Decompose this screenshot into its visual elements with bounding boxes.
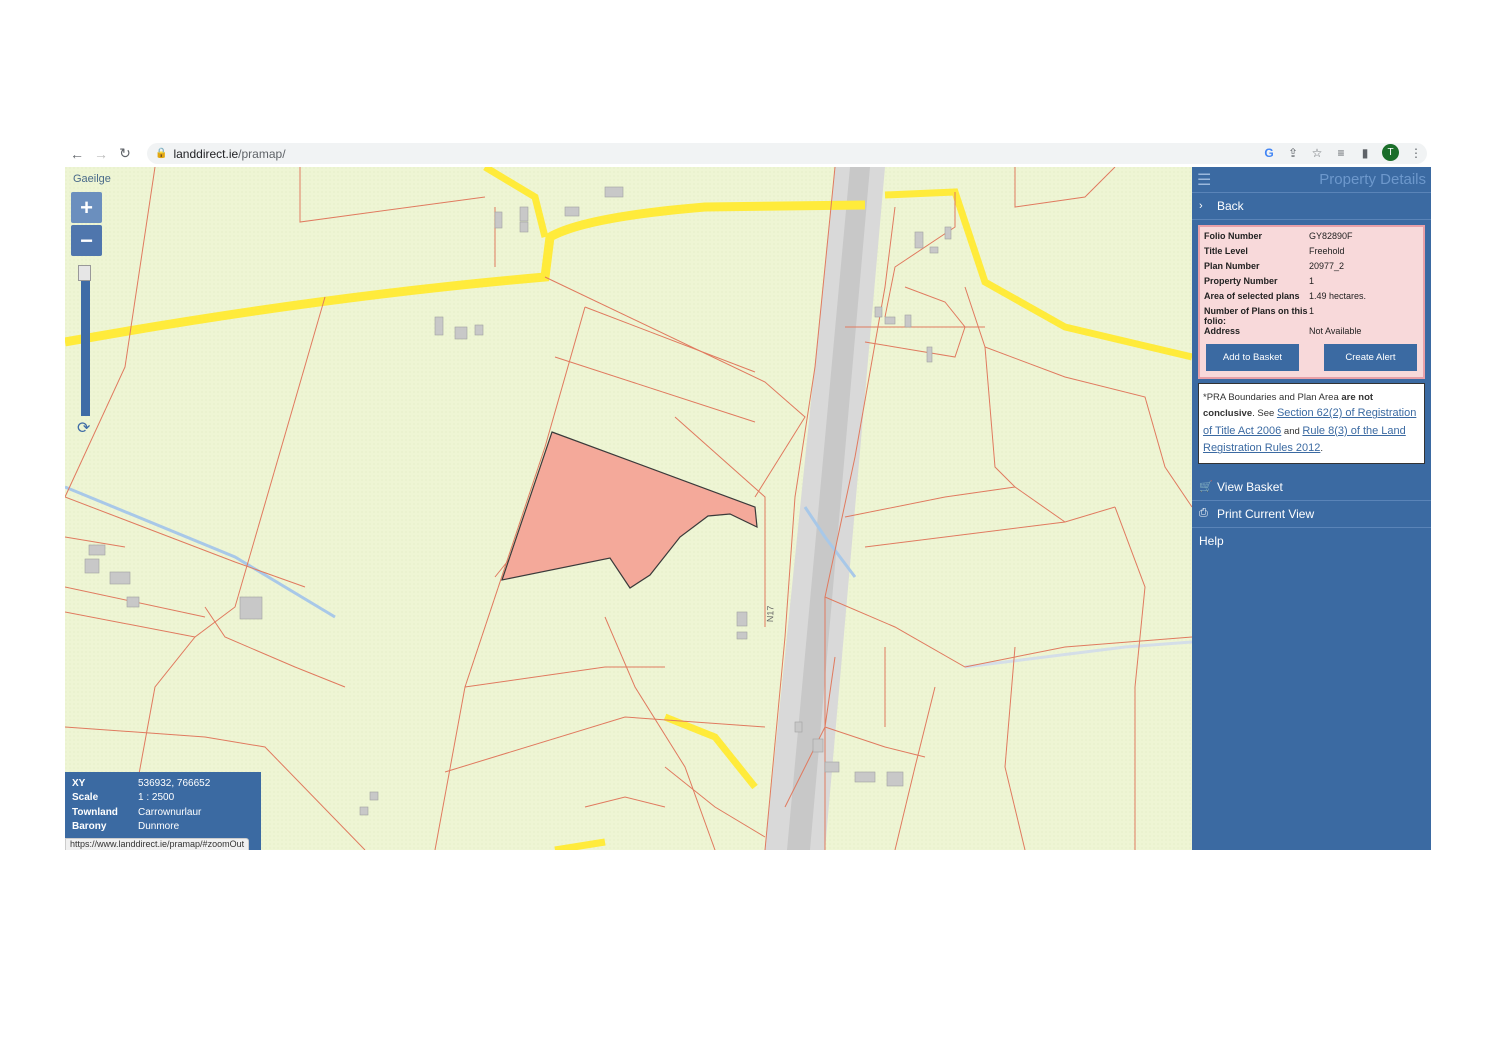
- road-label: N17: [765, 605, 776, 623]
- browser-toolbar: ← → ↻ 🔒 landdirect.ie /pramap/ G ⇪ ☆ ≡ ▮…: [65, 140, 1431, 167]
- notice-prefix: *PRA Boundaries and Plan Area: [1203, 392, 1342, 403]
- detail-value: 20977_2: [1309, 261, 1345, 271]
- detail-row: Number of Plans on this folio: 1: [1204, 306, 1419, 326]
- detail-row: Address Not Available: [1204, 326, 1419, 341]
- detail-actions: Add to Basket Create Alert: [1204, 344, 1419, 371]
- property-details-card: Folio Number GY82890F Title Level Freeho…: [1198, 225, 1425, 379]
- zoom-in-button[interactable]: +: [71, 192, 102, 223]
- detail-row: Plan Number 20977_2: [1204, 261, 1419, 276]
- printer-icon: ⎙: [1199, 507, 1208, 520]
- map-view[interactable]: Gaeilge + − ⟳ N17 XY 536932, 766652 Scal…: [65, 167, 1192, 850]
- notice-see: . See: [1252, 408, 1277, 420]
- print-view-label: Print Current View: [1217, 506, 1315, 521]
- info-value: 536932, 766652: [138, 777, 211, 789]
- side-panel-icon[interactable]: ▮: [1358, 146, 1372, 160]
- info-label: Townland: [72, 806, 118, 818]
- detail-value: 1.49 hectares.: [1309, 291, 1367, 301]
- view-basket-label: View Basket: [1217, 479, 1283, 494]
- info-value: Carrownurlaur: [138, 806, 202, 818]
- detail-label: Address: [1204, 326, 1241, 336]
- notice-and: and: [1281, 425, 1303, 437]
- info-label: Barony: [72, 821, 107, 833]
- info-label: XY: [72, 777, 86, 789]
- info-label: Scale: [72, 792, 99, 804]
- info-row-townland: Townland Carrownurlaur: [72, 805, 261, 820]
- help-link[interactable]: Help: [1192, 528, 1431, 554]
- zoom-slider-handle[interactable]: [78, 265, 91, 281]
- more-menu-icon[interactable]: ⋮: [1409, 146, 1423, 160]
- detail-value: 1: [1309, 306, 1315, 316]
- detail-label: Folio Number: [1204, 231, 1262, 241]
- info-value: 1 : 2500: [138, 792, 175, 804]
- zoom-slider-track[interactable]: [81, 266, 90, 416]
- view-basket-link[interactable]: 🛒 View Basket: [1192, 474, 1431, 501]
- detail-value: Not Available: [1309, 326, 1362, 336]
- detail-value: GY82890F: [1309, 231, 1353, 241]
- language-link[interactable]: Gaeilge: [73, 173, 111, 185]
- detail-label: Area of selected plans: [1204, 291, 1300, 301]
- panel-title: Property Details: [1319, 171, 1426, 188]
- create-alert-button[interactable]: Create Alert: [1324, 344, 1417, 371]
- back-link[interactable]: › Back: [1192, 192, 1431, 220]
- back-label: Back: [1217, 199, 1244, 213]
- url-host: landdirect.ie: [173, 146, 239, 161]
- detail-row: Folio Number GY82890F: [1204, 231, 1419, 246]
- panel-header: ☰ Property Details: [1192, 167, 1431, 192]
- share-icon[interactable]: ⇪: [1286, 146, 1300, 160]
- info-row-barony: Barony Dunmore: [72, 820, 261, 835]
- property-details-panel: ☰ Property Details › Back Folio Number G…: [1192, 167, 1431, 850]
- address-bar[interactable]: 🔒 landdirect.ie /pramap/: [147, 143, 1427, 164]
- lock-icon: 🔒: [155, 148, 168, 159]
- detail-label: Title Level: [1204, 246, 1248, 256]
- forward-arrow-icon[interactable]: →: [89, 146, 113, 162]
- detail-row: Area of selected plans 1.49 hectares.: [1204, 291, 1419, 306]
- info-row-xy: XY 536932, 766652: [72, 776, 261, 791]
- detail-row: Title Level Freehold: [1204, 246, 1419, 261]
- notice-end: .: [1320, 443, 1324, 455]
- hamburger-menu-icon[interactable]: ☰: [1197, 170, 1211, 190]
- cart-icon: 🛒: [1199, 481, 1213, 494]
- detail-label: Number of Plans on this folio:: [1204, 306, 1308, 326]
- url-path: /pramap/: [238, 146, 286, 161]
- status-bar-url: https://www.landdirect.ie/pramap/#zoomOu…: [65, 838, 250, 850]
- info-row-scale: Scale 1 : 2500: [72, 791, 261, 806]
- google-icon[interactable]: G: [1262, 146, 1276, 160]
- info-value: Dunmore: [138, 821, 180, 833]
- toolbar-actions: G ⇪ ☆ ≡ ▮ T ⋮: [1262, 144, 1423, 161]
- browser-window: ← → ↻ 🔒 landdirect.ie /pramap/ G ⇪ ☆ ≡ ▮…: [65, 140, 1431, 850]
- detail-row: Property Number 1: [1204, 276, 1419, 291]
- zoom-out-button[interactable]: −: [71, 225, 102, 256]
- detail-value: Freehold: [1309, 246, 1345, 256]
- detail-label: Property Number: [1204, 276, 1278, 286]
- disclaimer-notice: *PRA Boundaries and Plan Area are not co…: [1198, 383, 1425, 464]
- add-to-basket-button[interactable]: Add to Basket: [1206, 344, 1299, 371]
- profile-avatar[interactable]: T: [1382, 144, 1399, 161]
- print-view-link[interactable]: ⎙ Print Current View: [1192, 501, 1431, 528]
- bookmark-star-icon[interactable]: ☆: [1310, 146, 1324, 160]
- refresh-icon[interactable]: ⟳: [77, 418, 90, 438]
- map-canvas[interactable]: [65, 167, 1192, 850]
- detail-label: Plan Number: [1204, 261, 1260, 271]
- detail-value: 1: [1309, 276, 1315, 286]
- help-label: Help: [1199, 533, 1224, 548]
- back-arrow-icon[interactable]: ←: [65, 146, 89, 162]
- chevron-right-icon: ›: [1199, 200, 1203, 212]
- reload-icon[interactable]: ↻: [113, 145, 137, 162]
- reading-list-icon[interactable]: ≡: [1334, 146, 1348, 160]
